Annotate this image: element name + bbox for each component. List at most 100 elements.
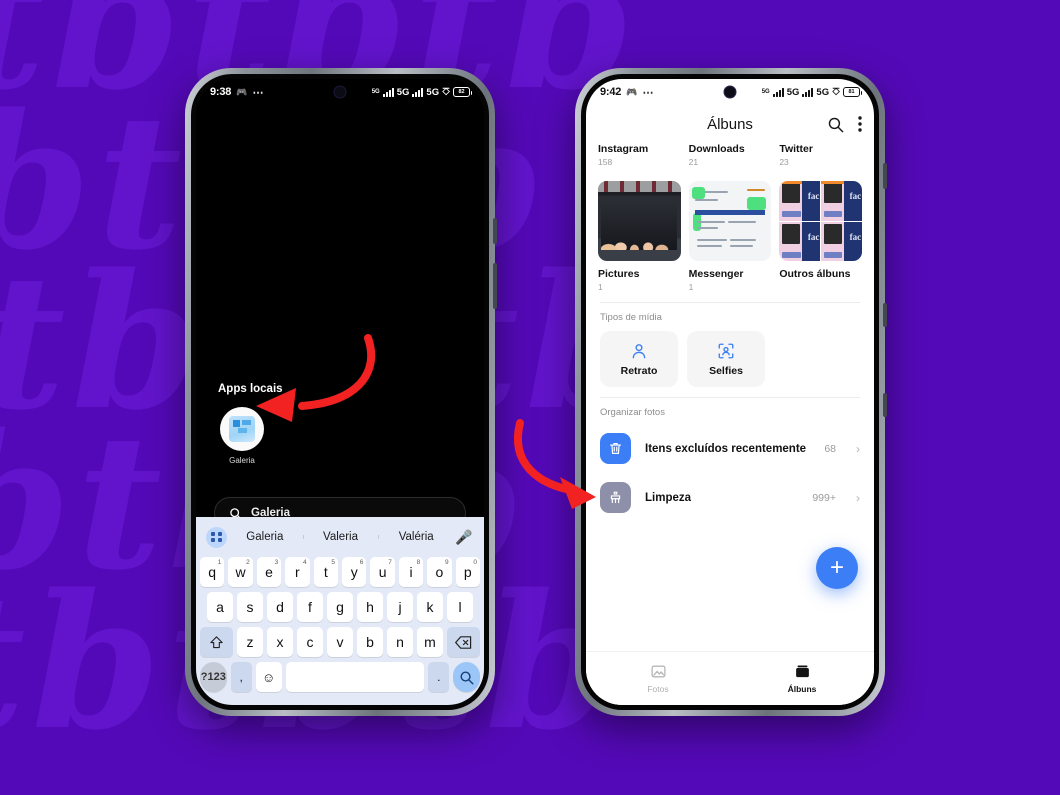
key-s[interactable]: s (237, 592, 263, 622)
shift-icon[interactable] (200, 627, 233, 657)
key-label: q (208, 564, 217, 580)
wifi-icon: ⎏ (442, 86, 450, 98)
album-count: 21 (688, 157, 699, 167)
gallery-icon[interactable] (220, 407, 264, 451)
list-item-recently-deleted[interactable]: Itens excluídos recentemente 68 › (586, 424, 874, 473)
keyboard-suggestion-bar: Galeria Valeria Valéria 🎤 (200, 522, 480, 552)
backspace-icon[interactable] (447, 627, 480, 657)
keyboard-search-icon[interactable] (453, 662, 481, 692)
signal-1-label: 5G (761, 89, 770, 95)
microphone-icon[interactable]: 🎤 (454, 529, 474, 546)
network-label-1: 5G (396, 86, 410, 98)
keyboard-grid-icon[interactable] (206, 526, 227, 548)
nav-item-albuns[interactable]: Álbuns (730, 652, 874, 705)
keyboard-row-4: ?123 , ☺ . (200, 662, 481, 692)
key-w[interactable]: w2 (228, 557, 253, 587)
signal-bars-icon-1 (772, 87, 784, 97)
album-cell-pictures[interactable]: Pictures 1 (598, 175, 681, 292)
key-j[interactable]: j (387, 592, 413, 622)
key-b[interactable]: b (357, 627, 383, 657)
suggestion-2[interactable]: Valéria (378, 531, 454, 543)
key-o[interactable]: o9 (427, 557, 452, 587)
portrait-person-icon (632, 343, 646, 358)
media-card-retrato[interactable]: Retrato (600, 331, 678, 387)
overflow-menu-icon[interactable] (858, 116, 862, 132)
game-controller-icon: 🎮 (626, 86, 638, 97)
album-thumbnail-group-photo[interactable] (598, 181, 681, 261)
screen-left: 9:38 🎮 ⋯ 5G 5G 5G ⎏ 82 Apps locais Galer… (196, 79, 484, 705)
home-screen-body: Apps locais Galeria Galeria Galeria Vale… (196, 105, 484, 705)
symbols-key[interactable]: ?123 (200, 662, 227, 692)
background-watermark: tbtbtb tbtbtb tbtbtb tbtbtb tbtbtb (0, 0, 1060, 795)
app-tile-galeria[interactable]: Galeria (214, 407, 270, 465)
album-cell-instagram[interactable]: Instagram 158 (598, 143, 681, 167)
key-m[interactable]: m (417, 627, 443, 657)
list-item-limpeza[interactable]: Limpeza 999+ › (586, 473, 874, 522)
broom-icon (600, 482, 631, 513)
album-name: Downloads (688, 143, 745, 155)
list-item-count: 68 (824, 442, 836, 455)
key-u[interactable]: u7 (370, 557, 395, 587)
add-album-fab[interactable]: + (816, 547, 858, 589)
search-icon[interactable] (827, 116, 844, 133)
key-c[interactable]: c (297, 627, 323, 657)
key-number: 7 (388, 559, 392, 566)
key-number: 2 (246, 559, 250, 566)
key-a[interactable]: a (207, 592, 233, 622)
album-thumbnail-collage[interactable] (779, 181, 862, 261)
album-count: 158 (598, 157, 613, 167)
list-item-label: Limpeza (645, 491, 692, 504)
key-label: r (295, 564, 300, 580)
key-v[interactable]: v (327, 627, 353, 657)
keyboard-row-2: asdfghjkl (200, 592, 480, 622)
media-card-selfies[interactable]: Selfies (687, 331, 765, 387)
key-label: w (235, 564, 246, 580)
album-cell-downloads[interactable]: Downloads 21 (689, 143, 772, 167)
virtual-keyboard[interactable]: Galeria Valeria Valéria 🎤 q1w2e3r4t5y6u7… (196, 517, 484, 705)
power-button-left[interactable] (493, 218, 497, 244)
volume-button-left[interactable] (493, 263, 497, 309)
albums-icon (795, 665, 809, 678)
volume-up-button-right[interactable] (883, 303, 887, 327)
trash-icon (600, 433, 631, 464)
status-bar-left-group: 9:38 🎮 ⋯ (210, 86, 264, 99)
key-t[interactable]: t5 (313, 557, 338, 587)
app-header: Álbuns (586, 105, 874, 143)
key-h[interactable]: h (357, 592, 383, 622)
key-k[interactable]: k (417, 592, 443, 622)
key-label: p (463, 564, 472, 580)
key-p[interactable]: p0 (455, 557, 481, 587)
media-types-label: Tipos de mídia (600, 312, 662, 323)
album-name: Twitter (779, 143, 813, 155)
key-f[interactable]: f (297, 592, 323, 622)
signal-bars-icon-2 (412, 87, 424, 97)
battery-icon: 81 (843, 87, 862, 97)
key-l[interactable]: l (447, 592, 473, 622)
album-cell-twitter[interactable]: Twitter 23 (779, 143, 862, 167)
key-n[interactable]: n (387, 627, 413, 657)
emoji-icon[interactable]: ☺ (255, 662, 282, 692)
collage-quadrant (821, 181, 862, 221)
key-d[interactable]: d (267, 592, 293, 622)
key-x[interactable]: x (267, 627, 293, 657)
key-e[interactable]: e3 (256, 557, 282, 587)
suggestion-1[interactable]: Valeria (302, 531, 379, 543)
album-cell-outros-albuns[interactable]: Outros álbuns (779, 175, 862, 292)
volume-down-button-right[interactable] (883, 393, 887, 417)
period-key[interactable]: . (428, 662, 450, 692)
album-thumbnail-ticket-document[interactable] (688, 181, 772, 261)
key-z[interactable]: z (237, 627, 263, 657)
suggestion-0[interactable]: Galeria (227, 531, 303, 543)
key-r[interactable]: r4 (285, 557, 310, 587)
status-bar-left: 9:38 🎮 ⋯ 5G 5G 5G ⎏ 82 (196, 79, 484, 105)
space-key[interactable] (285, 662, 425, 692)
power-button-right[interactable] (883, 163, 887, 189)
key-g[interactable]: g (327, 592, 353, 622)
key-i[interactable]: i8 (398, 557, 424, 587)
album-cell-messenger[interactable]: Messenger 1 (688, 175, 772, 292)
key-q[interactable]: q1 (199, 557, 225, 587)
nav-item-fotos[interactable]: Fotos (586, 652, 730, 705)
key-y[interactable]: y6 (342, 557, 367, 587)
comma-key[interactable]: , (230, 662, 252, 692)
chevron-right-icon: › (856, 490, 860, 505)
